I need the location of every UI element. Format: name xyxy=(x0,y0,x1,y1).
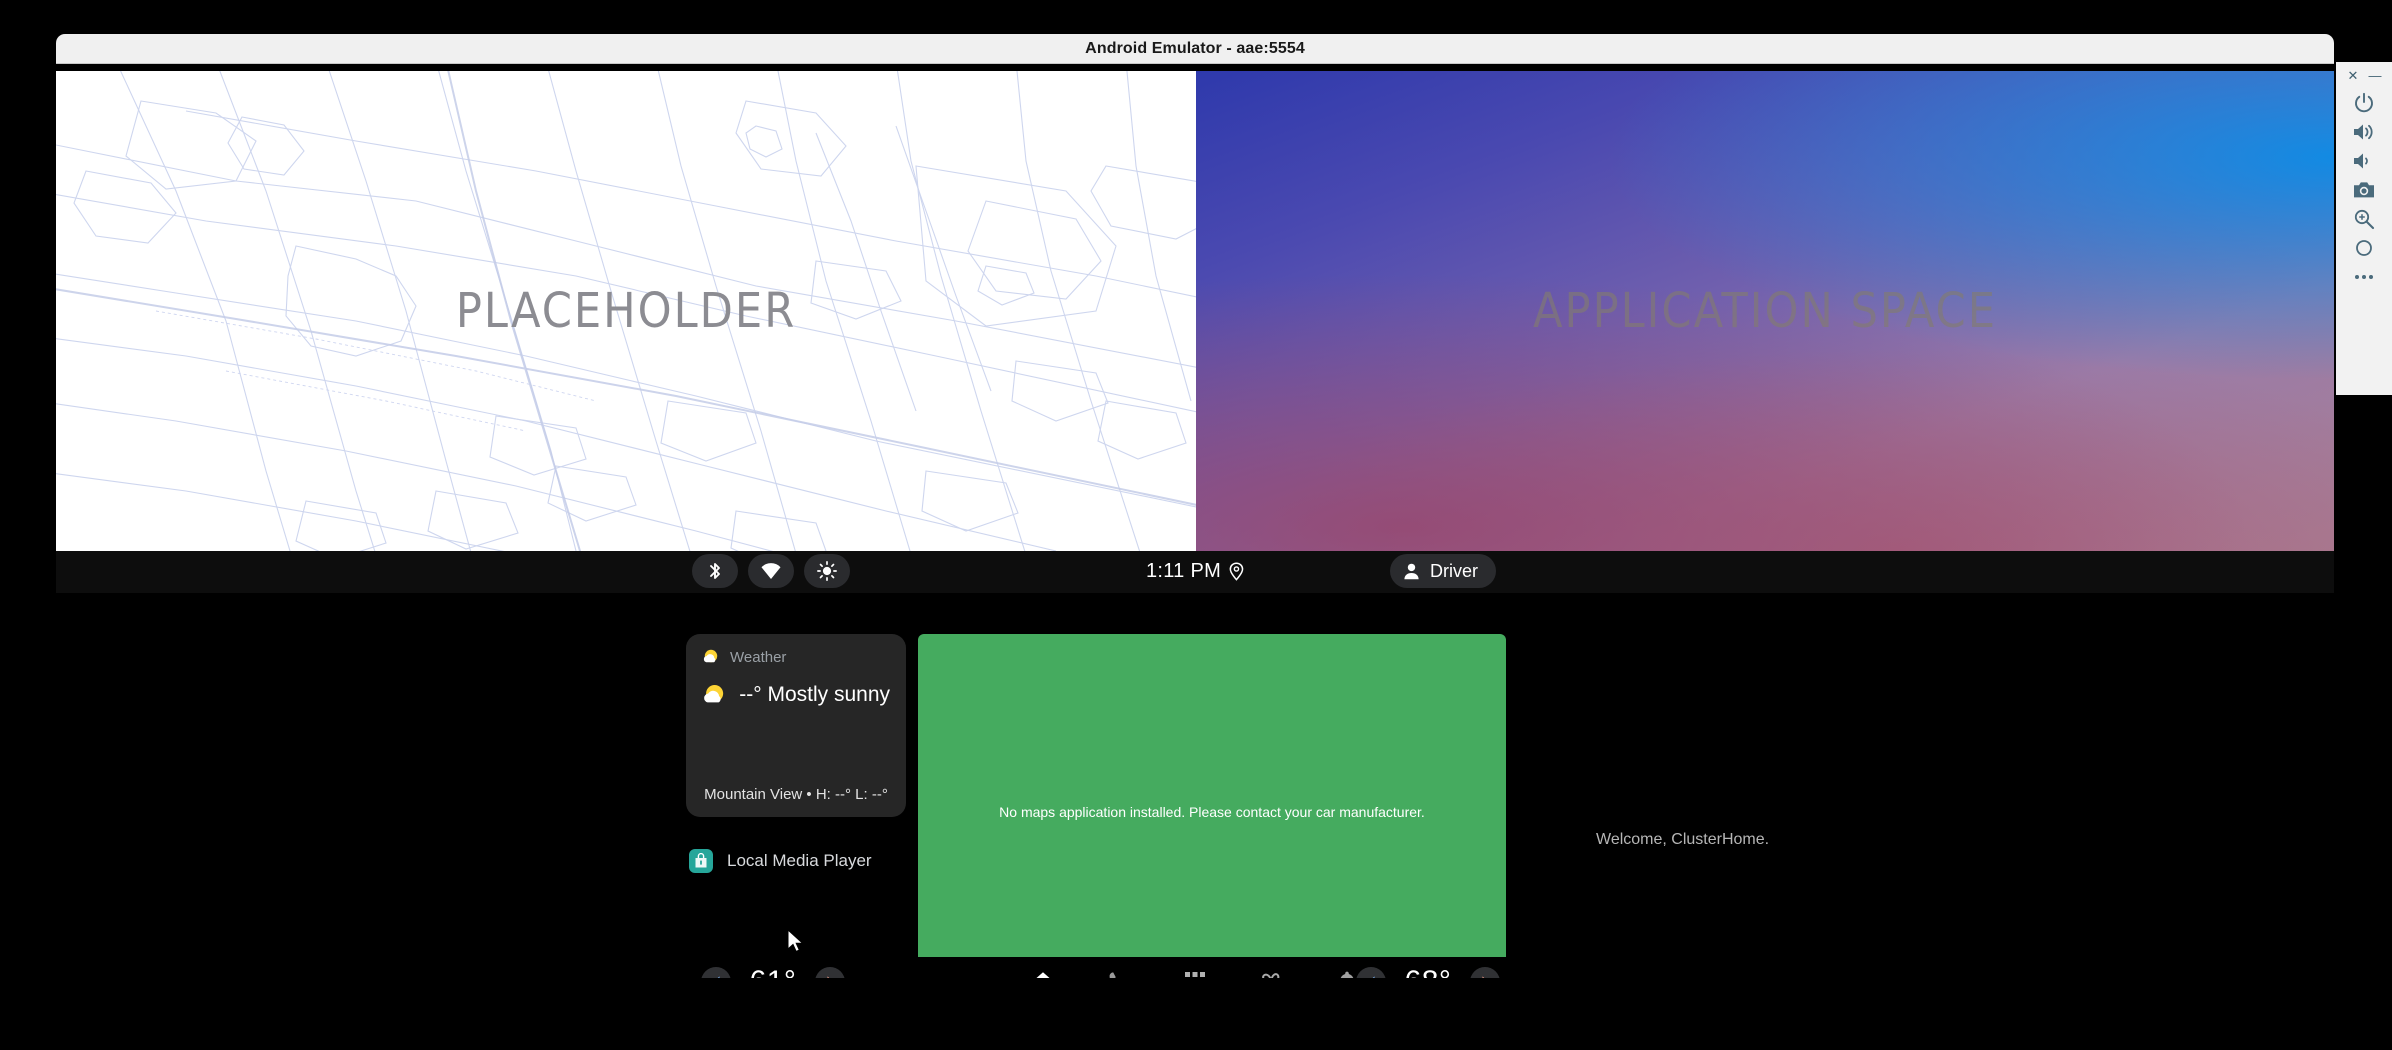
brightness-icon[interactable] xyxy=(804,554,850,588)
chevron-right-icon xyxy=(827,975,830,978)
user-profile-chip[interactable]: Driver xyxy=(1390,554,1496,588)
weather-condition: --° Mostly sunny xyxy=(739,683,890,706)
person-icon xyxy=(1404,563,1419,579)
driver-temp-decrease-button[interactable] xyxy=(701,967,731,978)
quick-settings-group xyxy=(692,554,850,588)
rotate-icon[interactable] xyxy=(2342,233,2386,262)
partly-sunny-large-icon xyxy=(704,684,724,703)
rotate-glyph xyxy=(2356,239,2372,256)
clock-group: 1:11 PM xyxy=(1146,554,1244,588)
screen-root: Android Emulator - aae:5554 PLACEHOLDER … xyxy=(0,0,2392,1050)
phone-icon xyxy=(1109,972,1116,978)
mouse-cursor xyxy=(787,929,804,953)
toolbar-window-buttons: ✕ — xyxy=(2336,62,2392,88)
weather-header: Weather xyxy=(702,648,890,666)
screenshot-camera-icon[interactable] xyxy=(2342,175,2386,204)
volume-up-icon[interactable] xyxy=(2342,117,2386,146)
driver-temp-increase-button[interactable] xyxy=(815,967,845,978)
volume-up-glyph xyxy=(2354,124,2373,139)
volume-down-glyph xyxy=(2354,153,2368,168)
camera-glyph xyxy=(2354,181,2374,197)
home-content-area: Weather --° Mostly sunny Mountain View •… xyxy=(56,593,2334,978)
zoom-glyph xyxy=(2354,209,2375,229)
climate-control-passenger: 68° xyxy=(1356,965,1500,978)
weather-main-row: --° Mostly sunny xyxy=(702,678,890,712)
emulator-window: Android Emulator - aae:5554 PLACEHOLDER … xyxy=(56,34,2334,978)
grid-icon xyxy=(1185,972,1205,977)
bluetooth-glyph xyxy=(710,563,720,579)
application-space-label: APPLICATION SPACE xyxy=(1533,283,1997,339)
chevron-left-icon xyxy=(716,975,719,978)
power-icon[interactable] xyxy=(2342,88,2386,117)
user-profile-label: Driver xyxy=(1430,560,1478,581)
home-icon xyxy=(1036,972,1050,978)
more-glyph xyxy=(2355,274,2373,279)
maps-missing-message: No maps application installed. Please co… xyxy=(999,803,1425,820)
chevron-right-icon xyxy=(1482,975,1485,978)
location-pin-icon xyxy=(1229,561,1244,581)
partly-sunny-icon xyxy=(703,649,718,663)
more-icon[interactable] xyxy=(2342,262,2386,291)
emulator-side-toolbar: ✕ — xyxy=(2336,62,2392,395)
device-screen[interactable]: PLACEHOLDER APPLICATION SPACE 1:11 PM Dr… xyxy=(56,71,2334,978)
power-glyph xyxy=(2355,92,2373,112)
wifi-icon[interactable] xyxy=(748,554,794,588)
nav-dialer-button[interactable] xyxy=(1097,966,1141,978)
zoom-icon[interactable] xyxy=(2342,204,2386,233)
close-icon[interactable]: ✕ xyxy=(2345,67,2361,83)
volume-down-icon[interactable] xyxy=(2342,146,2386,175)
media-app-glyph xyxy=(695,853,707,868)
status-bar: 1:11 PM Driver xyxy=(56,551,2334,593)
cluster-welcome-text: Welcome, ClusterHome. xyxy=(1596,831,1770,848)
fan-icon xyxy=(1262,973,1280,978)
map-placeholder-label: PLACEHOLDER xyxy=(455,283,797,339)
window-title-bar[interactable]: Android Emulator - aae:5554 xyxy=(56,34,2334,64)
passenger-temp-increase-button[interactable] xyxy=(1470,967,1500,978)
top-display-area: PLACEHOLDER APPLICATION SPACE xyxy=(56,71,2334,551)
passenger-temp-decrease-button[interactable] xyxy=(1356,967,1386,978)
weather-header-label: Weather xyxy=(730,648,787,666)
status-bar-clock: 1:11 PM xyxy=(1145,559,1222,582)
media-app-icon xyxy=(689,849,713,873)
chevron-left-icon xyxy=(1371,975,1374,978)
climate-control-driver: 61° xyxy=(701,965,845,978)
bottom-nav-bar: 61° xyxy=(56,957,2334,978)
media-player-label: Local Media Player xyxy=(727,851,872,870)
driver-temp-value: 61° xyxy=(741,965,805,978)
map-placeholder-pane[interactable]: PLACEHOLDER xyxy=(56,71,1196,551)
weather-widget[interactable]: Weather --° Mostly sunny Mountain View •… xyxy=(686,634,906,817)
application-space-pane[interactable]: APPLICATION SPACE xyxy=(1196,71,2334,551)
nav-home-button[interactable] xyxy=(1021,966,1065,978)
bell-icon xyxy=(1340,971,1354,978)
passenger-temp-value: 68° xyxy=(1396,965,1460,978)
bluetooth-icon[interactable] xyxy=(692,554,738,588)
window-title: Android Emulator - aae:5554 xyxy=(1085,39,1305,57)
nav-climate-button[interactable] xyxy=(1249,966,1293,978)
minimize-icon[interactable]: — xyxy=(2367,67,2383,83)
maps-placeholder-panel[interactable]: No maps application installed. Please co… xyxy=(918,634,1506,978)
media-player-item[interactable]: Local Media Player xyxy=(689,849,872,873)
weather-location-highlow: Mountain View • H: --° L: --° xyxy=(704,786,888,803)
brightness-glyph xyxy=(817,561,837,581)
wifi-glyph xyxy=(761,563,781,579)
nav-apps-button[interactable] xyxy=(1173,966,1217,978)
nav-icon-group xyxy=(1021,966,1369,978)
